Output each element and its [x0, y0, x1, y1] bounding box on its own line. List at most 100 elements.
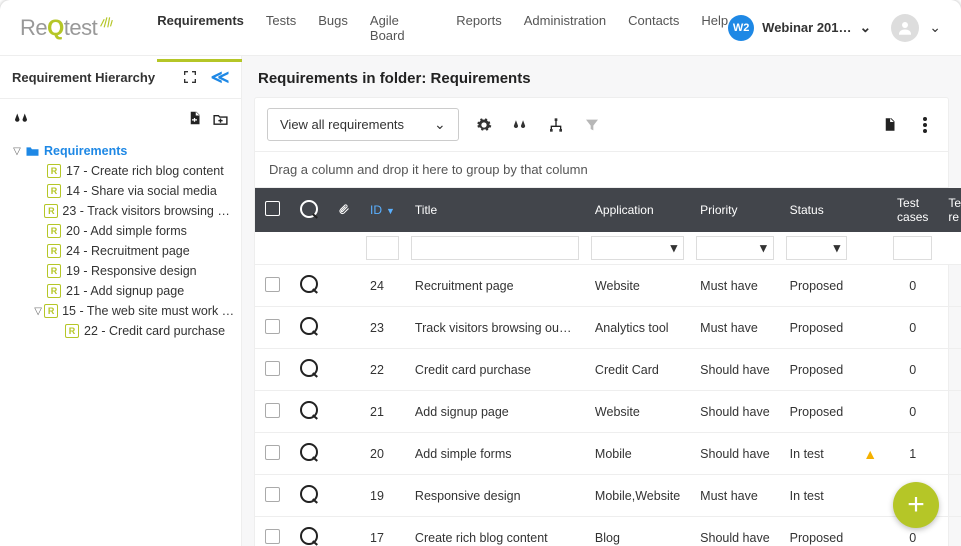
preview-icon[interactable] [300, 485, 318, 503]
logo[interactable]: ReQtest [20, 15, 117, 41]
table-row[interactable]: 20Add simple formsMobileShould haveIn te… [255, 433, 961, 475]
tree-item[interactable]: R23 - Track visitors browsing our site [30, 201, 235, 221]
col-application[interactable]: Application [585, 188, 690, 232]
balance-icon[interactable] [10, 107, 32, 129]
col-testcases[interactable]: Test cases [887, 188, 938, 232]
filter-priority-select[interactable]: ▾ [696, 236, 774, 260]
filter-status-select[interactable]: ▾ [786, 236, 848, 260]
requirement-icon: R [46, 184, 62, 198]
preview-icon[interactable] [300, 275, 318, 293]
nav-contacts[interactable]: Contacts [628, 0, 679, 61]
group-by-bar[interactable]: Drag a column and drop it here to group … [255, 152, 948, 188]
tree-item[interactable]: R19 - Responsive design [30, 261, 235, 281]
tree-root[interactable]: ▽ Requirements [8, 141, 235, 161]
tree-item[interactable]: R22 - Credit card purchase [48, 321, 235, 341]
table-row[interactable]: 21Add signup pageWebsiteShould havePropo… [255, 391, 961, 433]
fullscreen-icon[interactable] [179, 66, 201, 88]
table-row[interactable]: 19Responsive designMobile,WebsiteMust ha… [255, 475, 961, 517]
cell-id: 20 [360, 433, 405, 475]
gear-icon[interactable] [473, 114, 495, 136]
cell-testcases: 0 [887, 307, 938, 349]
filter-id-input[interactable] [366, 236, 399, 260]
row-checkbox[interactable] [265, 529, 280, 544]
tree-item[interactable]: R14 - Share via social media [30, 181, 235, 201]
cell-title: Responsive design [405, 475, 585, 517]
nav-requirements[interactable]: Requirements [157, 0, 244, 61]
preview-icon[interactable] [300, 401, 318, 419]
preview-icon[interactable] [300, 527, 318, 545]
requirement-icon: R [44, 204, 58, 218]
user-avatar[interactable] [891, 14, 919, 42]
cell-testcases: 0 [887, 349, 938, 391]
col-id[interactable]: ID▼ [360, 188, 405, 232]
tree-item[interactable]: R17 - Create rich blog content [30, 161, 235, 181]
caret-down-icon[interactable]: ▽ [32, 306, 44, 317]
cell-status: Proposed [780, 265, 854, 307]
table-row[interactable]: 23Track visitors browsing our siteAnalyt… [255, 307, 961, 349]
col-testresults[interactable]: Test re [938, 188, 961, 232]
col-title[interactable]: Title [405, 188, 585, 232]
row-checkbox[interactable] [265, 487, 280, 502]
cell-app: Credit Card [585, 349, 690, 391]
balance-icon[interactable] [509, 114, 531, 136]
collapse-sidebar-icon[interactable]: ≪ [207, 66, 229, 88]
cell-priority: Must have [690, 265, 780, 307]
nav-agile-board[interactable]: Agile Board [370, 0, 434, 61]
chevron-down-icon: ⌄ [434, 116, 446, 133]
tree-item[interactable]: ▽R15 - The web site must work on all b [30, 301, 235, 321]
cell-id: 21 [360, 391, 405, 433]
preview-icon[interactable] [300, 317, 318, 335]
project-badge: W2 [728, 15, 754, 41]
view-dropdown[interactable]: View all requirements ⌄ [267, 108, 459, 141]
nav-help[interactable]: Help [701, 0, 728, 61]
export-icon[interactable] [878, 114, 900, 136]
tree-item[interactable]: R24 - Recruitment page [30, 241, 235, 261]
row-checkbox[interactable] [265, 361, 280, 376]
new-doc-icon[interactable] [183, 107, 205, 129]
nav-reports[interactable]: Reports [456, 0, 502, 61]
logo-burst-icon [95, 12, 117, 30]
nav-bugs[interactable]: Bugs [318, 0, 348, 61]
main-nav: Requirements Tests Bugs Agile Board Reports A… [157, 0, 728, 61]
filter-app-select[interactable]: ▾ [591, 236, 684, 260]
col-priority[interactable]: Priority [690, 188, 780, 232]
cell-status: In test [780, 433, 854, 475]
tree-item[interactable]: R20 - Add simple forms [30, 221, 235, 241]
filter-tc-input[interactable] [893, 236, 932, 260]
chevron-down-icon: ⌄ [860, 19, 872, 36]
cell-id: 23 [360, 307, 405, 349]
filter-title-input[interactable] [411, 236, 579, 260]
cell-app: Website [585, 265, 690, 307]
folder-icon [24, 144, 40, 158]
requirements-panel: View all requirements ⌄ Drag a column an… [254, 97, 949, 546]
new-folder-icon[interactable] [209, 107, 231, 129]
col-status[interactable]: Status [780, 188, 854, 232]
preview-icon[interactable] [300, 443, 318, 461]
nav-tests[interactable]: Tests [266, 0, 296, 61]
select-all-checkbox[interactable] [265, 201, 280, 216]
cell-status: Proposed [780, 307, 854, 349]
attachment-header-icon [338, 205, 350, 219]
cell-priority: Must have [690, 307, 780, 349]
table-row[interactable]: 17Create rich blog contentBlogShould hav… [255, 517, 961, 546]
caret-down-icon[interactable]: ▽ [10, 146, 24, 157]
preview-header-icon [300, 200, 318, 218]
warning-icon: ▲ [863, 446, 877, 462]
preview-icon[interactable] [300, 359, 318, 377]
table-row[interactable]: 24Recruitment pageWebsiteMust havePropos… [255, 265, 961, 307]
nav-administration[interactable]: Administration [524, 0, 606, 61]
add-button[interactable]: + [893, 482, 939, 528]
filter-icon[interactable] [581, 114, 603, 136]
cell-status: In test [780, 475, 854, 517]
chevron-down-icon[interactable]: ⌄ [929, 19, 941, 36]
project-switcher[interactable]: W2 Webinar 201… ⌄ [728, 15, 871, 41]
tree-item[interactable]: R21 - Add signup page [30, 281, 235, 301]
hierarchy-icon[interactable] [545, 114, 567, 136]
row-checkbox[interactable] [265, 403, 280, 418]
cell-priority: Must have [690, 475, 780, 517]
row-checkbox[interactable] [265, 445, 280, 460]
more-icon[interactable] [914, 114, 936, 136]
row-checkbox[interactable] [265, 319, 280, 334]
row-checkbox[interactable] [265, 277, 280, 292]
table-row[interactable]: 22Credit card purchaseCredit CardShould … [255, 349, 961, 391]
